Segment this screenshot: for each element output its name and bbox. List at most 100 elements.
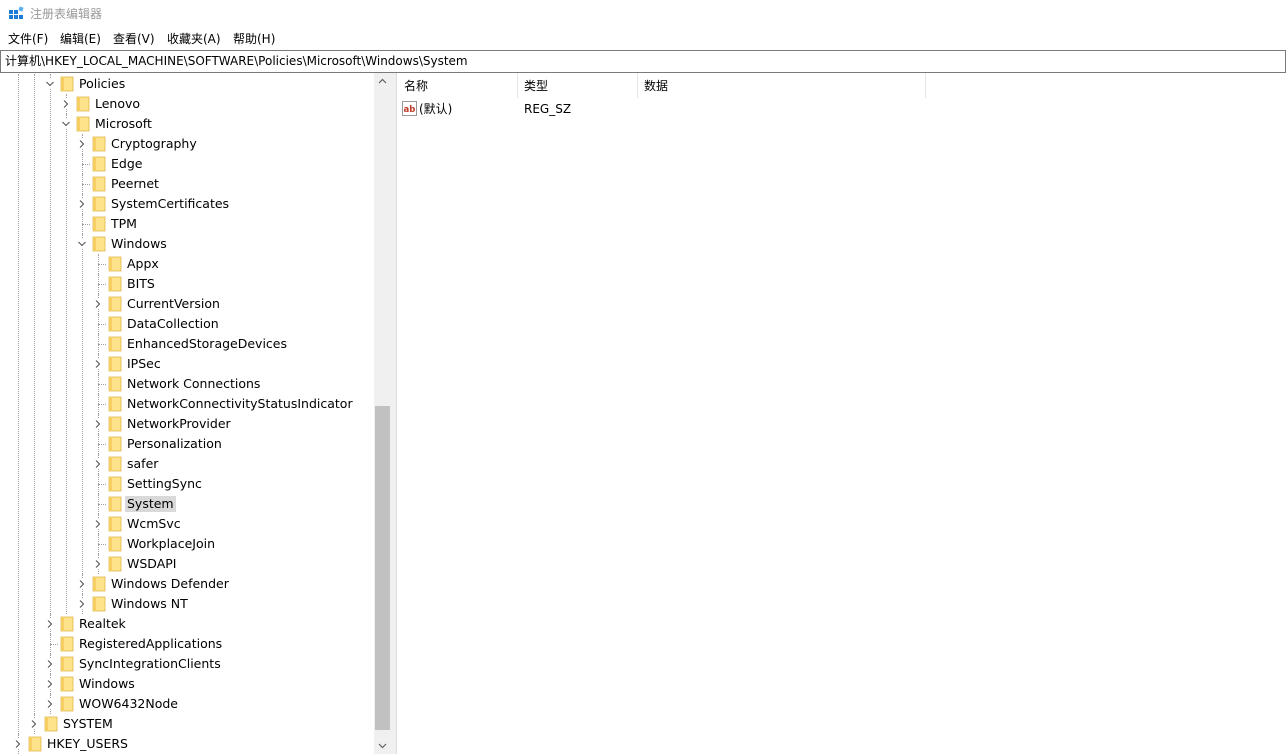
tree-node-label[interactable]: Microsoft bbox=[93, 116, 154, 132]
tree-node-label[interactable]: SettingSync bbox=[125, 476, 204, 492]
chevron-right-icon[interactable] bbox=[13, 739, 23, 749]
tree-node-tpm[interactable]: TPM bbox=[0, 214, 374, 234]
chevron-right-icon[interactable] bbox=[93, 559, 103, 569]
tree-node-wcmsvc[interactable]: WcmSvc bbox=[0, 514, 374, 534]
tree-node-label[interactable]: Policies bbox=[77, 76, 127, 92]
menu-file[interactable]: 文件(F) bbox=[8, 31, 48, 47]
tree-node-label[interactable]: Windows NT bbox=[109, 596, 190, 612]
column-header-type[interactable]: 类型 bbox=[517, 73, 638, 98]
tree-node-label[interactable]: WorkplaceJoin bbox=[125, 536, 217, 552]
tree-node-networkconnectivitystatusindicator[interactable]: NetworkConnectivityStatusIndicator bbox=[0, 394, 374, 414]
tree-node-label[interactable]: BITS bbox=[125, 276, 157, 292]
scroll-down-arrow-icon[interactable] bbox=[374, 737, 391, 754]
tree-node-wow6432node[interactable]: WOW6432Node bbox=[0, 694, 374, 714]
scroll-up-arrow-icon[interactable] bbox=[374, 73, 391, 90]
tree-node-networkprovider[interactable]: NetworkProvider bbox=[0, 414, 374, 434]
tree-node-hkey-users[interactable]: HKEY_USERS bbox=[0, 734, 374, 754]
chevron-right-icon[interactable] bbox=[93, 419, 103, 429]
key-tree[interactable]: Policies Lenovo Microsoft Cryptography Edge P… bbox=[0, 73, 374, 754]
tree-node-label[interactable]: NetworkConnectivityStatusIndicator bbox=[125, 396, 355, 412]
tree-node-windows[interactable]: Windows bbox=[0, 674, 374, 694]
address-path[interactable]: 计算机\HKEY_LOCAL_MACHINE\SOFTWARE\Policies… bbox=[5, 53, 468, 69]
tree-node-label[interactable]: Network Connections bbox=[125, 376, 262, 392]
tree-node-label[interactable]: Realtek bbox=[77, 616, 128, 632]
tree-node-label[interactable]: SyncIntegrationClients bbox=[77, 656, 223, 672]
tree-node-label[interactable]: NetworkProvider bbox=[125, 416, 233, 432]
tree-node-label[interactable]: Windows Defender bbox=[109, 576, 231, 592]
tree-node-label[interactable]: SYSTEM bbox=[61, 716, 115, 732]
tree-node-syncintegrationclients[interactable]: SyncIntegrationClients bbox=[0, 654, 374, 674]
tree-node-label[interactable]: WSDAPI bbox=[125, 556, 178, 572]
tree-node-settingsync[interactable]: SettingSync bbox=[0, 474, 374, 494]
tree-node-datacollection[interactable]: DataCollection bbox=[0, 314, 374, 334]
tree-node-personalization[interactable]: Personalization bbox=[0, 434, 374, 454]
tree-node-lenovo[interactable]: Lenovo bbox=[0, 94, 374, 114]
tree-node-label[interactable]: RegisteredApplications bbox=[77, 636, 224, 652]
tree-node-bits[interactable]: BITS bbox=[0, 274, 374, 294]
value-row[interactable]: ab (默认) REG_SZ bbox=[397, 99, 1286, 119]
tree-node-label[interactable]: CurrentVersion bbox=[125, 296, 222, 312]
chevron-right-icon[interactable] bbox=[77, 579, 87, 589]
tree-node-label[interactable]: Peernet bbox=[109, 176, 161, 192]
column-header-data[interactable]: 数据 bbox=[637, 73, 926, 98]
tree-node-ipsec[interactable]: IPSec bbox=[0, 354, 374, 374]
chevron-right-icon[interactable] bbox=[45, 619, 55, 629]
chevron-down-icon[interactable] bbox=[77, 239, 87, 249]
tree-node-label[interactable]: Lenovo bbox=[93, 96, 142, 112]
tree-node-label[interactable]: Windows bbox=[77, 676, 137, 692]
tree-node-appx[interactable]: Appx bbox=[0, 254, 374, 274]
menu-favorites[interactable]: 收藏夹(A) bbox=[167, 31, 221, 47]
tree-node-label[interactable]: HKEY_USERS bbox=[45, 736, 130, 752]
tree-node-label[interactable]: EnhancedStorageDevices bbox=[125, 336, 289, 352]
chevron-right-icon[interactable] bbox=[77, 199, 87, 209]
tree-node-system[interactable]: System bbox=[0, 494, 374, 514]
chevron-right-icon[interactable] bbox=[93, 299, 103, 309]
chevron-right-icon[interactable] bbox=[29, 719, 39, 729]
tree-node-label[interactable]: Appx bbox=[125, 256, 161, 272]
tree-node-edge[interactable]: Edge bbox=[0, 154, 374, 174]
tree-node-label[interactable]: SystemCertificates bbox=[109, 196, 231, 212]
chevron-right-icon[interactable] bbox=[93, 459, 103, 469]
chevron-right-icon[interactable] bbox=[77, 599, 87, 609]
tree-node-label[interactable]: safer bbox=[125, 456, 160, 472]
chevron-right-icon[interactable] bbox=[61, 99, 71, 109]
chevron-right-icon[interactable] bbox=[93, 359, 103, 369]
tree-node-label[interactable]: DataCollection bbox=[125, 316, 221, 332]
tree-node-label[interactable]: Edge bbox=[109, 156, 144, 172]
chevron-right-icon[interactable] bbox=[45, 679, 55, 689]
tree-node-label[interactable]: Windows bbox=[109, 236, 169, 252]
chevron-down-icon[interactable] bbox=[45, 79, 55, 89]
tree-node-windows[interactable]: Windows bbox=[0, 234, 374, 254]
tree-node-currentversion[interactable]: CurrentVersion bbox=[0, 294, 374, 314]
chevron-right-icon[interactable] bbox=[45, 699, 55, 709]
tree-node-label[interactable]: Personalization bbox=[125, 436, 224, 452]
tree-node-systemcertificates[interactable]: SystemCertificates bbox=[0, 194, 374, 214]
chevron-right-icon[interactable] bbox=[77, 139, 87, 149]
tree-node-safer[interactable]: safer bbox=[0, 454, 374, 474]
tree-node-label[interactable]: WcmSvc bbox=[125, 516, 183, 532]
tree-node-system[interactable]: SYSTEM bbox=[0, 714, 374, 734]
tree-node-registeredapplications[interactable]: RegisteredApplications bbox=[0, 634, 374, 654]
tree-node-policies[interactable]: Policies bbox=[0, 74, 374, 94]
values-list[interactable]: 名称 类型 数据 ab (默认) REG_SZ bbox=[397, 73, 1286, 754]
tree-node-peernet[interactable]: Peernet bbox=[0, 174, 374, 194]
scrollbar-thumb[interactable] bbox=[375, 406, 390, 730]
menu-edit[interactable]: 编辑(E) bbox=[60, 31, 101, 47]
tree-node-workplacejoin[interactable]: WorkplaceJoin bbox=[0, 534, 374, 554]
tree-node-cryptography[interactable]: Cryptography bbox=[0, 134, 374, 154]
chevron-right-icon[interactable] bbox=[45, 659, 55, 669]
menu-view[interactable]: 查看(V) bbox=[113, 31, 155, 47]
address-bar[interactable]: 计算机\HKEY_LOCAL_MACHINE\SOFTWARE\Policies… bbox=[0, 50, 1286, 73]
tree-node-label[interactable]: System bbox=[125, 496, 176, 512]
tree-node-realtek[interactable]: Realtek bbox=[0, 614, 374, 634]
tree-node-network-connections[interactable]: Network Connections bbox=[0, 374, 374, 394]
tree-node-label[interactable]: WOW6432Node bbox=[77, 696, 180, 712]
tree-node-wsdapi[interactable]: WSDAPI bbox=[0, 554, 374, 574]
tree-node-windows-defender[interactable]: Windows Defender bbox=[0, 574, 374, 594]
tree-node-label[interactable]: Cryptography bbox=[109, 136, 199, 152]
tree-node-microsoft[interactable]: Microsoft bbox=[0, 114, 374, 134]
tree-node-label[interactable]: IPSec bbox=[125, 356, 163, 372]
chevron-right-icon[interactable] bbox=[93, 519, 103, 529]
column-header-name[interactable]: 名称 bbox=[397, 73, 518, 98]
tree-node-label[interactable]: TPM bbox=[109, 216, 139, 232]
